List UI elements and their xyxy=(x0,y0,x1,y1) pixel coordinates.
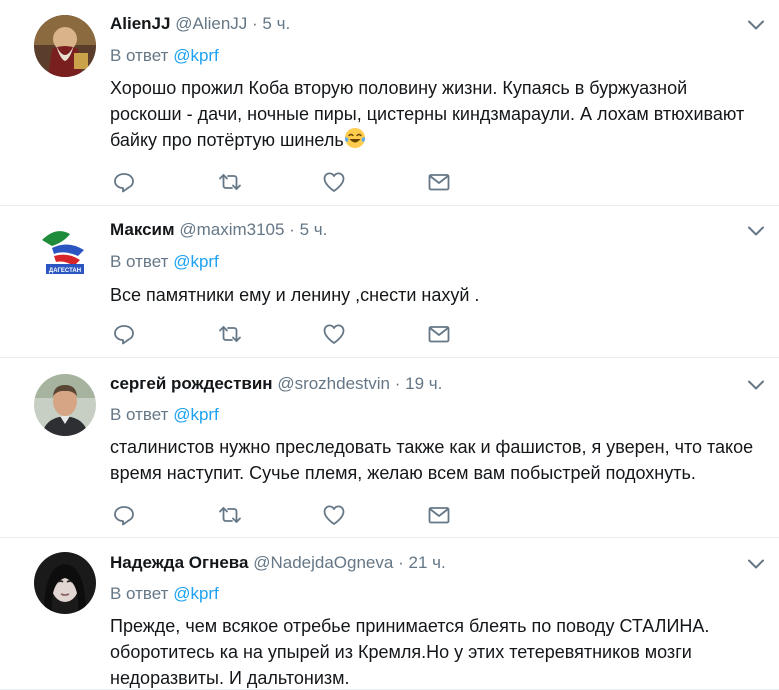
tweet[interactable]: Надежда Огнева @NadejdaOgneva · 21 ч. В … xyxy=(0,538,779,690)
tweet-header: Надежда Огнева @NadejdaOgneva · 21 ч. xyxy=(110,552,446,574)
reply-mention-link[interactable]: @kprf xyxy=(173,584,219,603)
timestamp[interactable]: 19 ч. xyxy=(405,374,442,393)
reply-button[interactable] xyxy=(112,322,136,346)
avatar[interactable] xyxy=(34,374,96,436)
retweet-icon xyxy=(218,170,242,194)
avatar[interactable] xyxy=(34,15,96,77)
tweet-header: Максим @maxim3105 · 5 ч. xyxy=(110,219,327,241)
avatar-caption: ДАГЕСТАН xyxy=(49,268,81,274)
tweet[interactable]: AlienJJ @AlienJJ · 5 ч. В ответ @kprf Хо… xyxy=(0,0,779,206)
reply-mention-link[interactable]: @kprf xyxy=(173,46,219,65)
tweet-text: Хорошо прожил Коба вторую половину жизни… xyxy=(110,75,762,153)
tweet-text: Прежде, чем всякое отребье принимается б… xyxy=(110,616,710,688)
author-handle[interactable]: @srozhdestvin xyxy=(277,374,390,393)
like-icon xyxy=(322,503,346,527)
reply-mention-link[interactable]: @kprf xyxy=(173,252,219,271)
timestamp[interactable]: 21 ч. xyxy=(409,553,446,572)
author-name[interactable]: сергей рождествин xyxy=(110,374,273,393)
chevron-down-icon[interactable] xyxy=(747,379,765,391)
retweet-button[interactable] xyxy=(218,322,242,346)
like-button[interactable] xyxy=(322,503,346,527)
separator-dot: · xyxy=(394,374,401,393)
tweet[interactable]: ДАГЕСТАН Максим @maxim3105 · 5 ч. В отве… xyxy=(0,206,779,358)
reply-prefix: В ответ xyxy=(110,405,169,424)
author-handle[interactable]: @NadejdaOgneva xyxy=(253,553,393,572)
direct-message-button[interactable] xyxy=(427,322,451,346)
retweet-button[interactable] xyxy=(218,503,242,527)
separator-dot: · xyxy=(398,553,404,572)
tweet-text-body: Хорошо прожил Коба вторую половину жизни… xyxy=(110,78,745,150)
author-name[interactable]: Надежда Огнева xyxy=(110,553,248,572)
direct-message-icon xyxy=(427,170,451,194)
tweet-text: сталинистов нужно преследовать также как… xyxy=(110,437,754,483)
reply-button[interactable] xyxy=(112,503,136,527)
reply-context: В ответ @kprf xyxy=(110,251,219,273)
like-button[interactable] xyxy=(322,170,346,194)
avatar[interactable] xyxy=(34,552,96,614)
reply-context: В ответ @kprf xyxy=(110,583,219,605)
reply-prefix: В ответ xyxy=(110,252,169,271)
reply-prefix: В ответ xyxy=(110,46,169,65)
tweet[interactable]: сергей рождествин @srozhdestvin · 19 ч. … xyxy=(0,358,779,538)
tweet-header: AlienJJ @AlienJJ · 5 ч. xyxy=(110,13,290,35)
author-handle[interactable]: @AlienJJ xyxy=(175,14,247,33)
direct-message-button[interactable] xyxy=(427,170,451,194)
like-button[interactable] xyxy=(322,322,346,346)
chevron-down-icon[interactable] xyxy=(747,19,765,31)
author-handle[interactable]: @maxim3105 xyxy=(179,220,284,239)
author-name[interactable]: Максим xyxy=(110,220,175,239)
direct-message-icon xyxy=(427,503,451,527)
separator-dot: · xyxy=(252,14,258,33)
retweet-icon xyxy=(218,322,242,346)
reply-icon xyxy=(112,503,136,527)
timestamp[interactable]: 5 ч. xyxy=(262,14,290,33)
tweet-actions xyxy=(110,503,450,527)
author-name[interactable]: AlienJJ xyxy=(110,14,170,33)
like-icon xyxy=(322,322,346,346)
avatar[interactable]: ДАГЕСТАН xyxy=(34,220,96,282)
tweet-actions xyxy=(110,170,450,194)
reply-context: В ответ @kprf xyxy=(110,404,219,426)
retweet-icon xyxy=(218,503,242,527)
retweet-button[interactable] xyxy=(218,170,242,194)
direct-message-icon xyxy=(427,322,451,346)
reply-mention-link[interactable]: @kprf xyxy=(173,405,219,424)
chevron-down-icon[interactable] xyxy=(747,225,765,237)
reply-icon xyxy=(112,322,136,346)
separator-dot: · xyxy=(289,220,295,239)
chevron-down-icon[interactable] xyxy=(747,558,765,570)
reply-icon xyxy=(112,170,136,194)
timestamp[interactable]: 5 ч. xyxy=(300,220,328,239)
reply-prefix: В ответ xyxy=(110,584,169,603)
reply-context: В ответ @kprf xyxy=(110,45,219,67)
face-with-tears-of-joy-icon xyxy=(344,128,365,148)
tweet-actions xyxy=(110,322,450,346)
tweet-header: сергей рождествин @srozhdestvin · 19 ч. xyxy=(110,373,442,395)
like-icon xyxy=(322,170,346,194)
direct-message-button[interactable] xyxy=(427,503,451,527)
reply-button[interactable] xyxy=(112,170,136,194)
tweet-text: Все памятники ему и ленину ,снести нахуй… xyxy=(110,285,480,305)
